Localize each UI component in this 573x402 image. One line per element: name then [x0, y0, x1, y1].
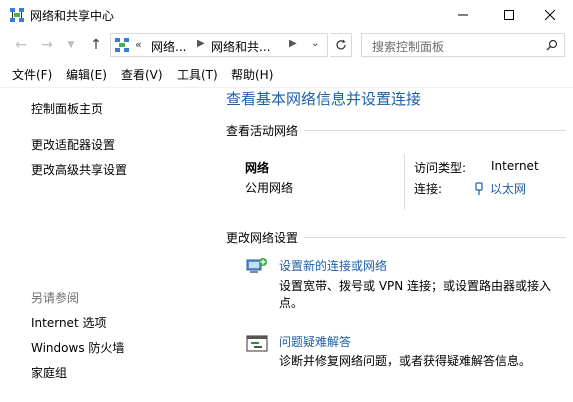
up-arrow-icon: ↑	[90, 37, 102, 53]
menu-file[interactable]: 文件(F)	[12, 66, 52, 83]
new-connection-icon	[246, 258, 267, 273]
see-also-homegroup[interactable]: 家庭组	[31, 364, 67, 381]
minimize-icon	[458, 14, 468, 16]
section-divider	[304, 130, 566, 131]
ethernet-connection-label[interactable]: 以太网	[490, 180, 526, 197]
breadcrumb-sharing-center[interactable]: 网络和共...	[211, 38, 270, 55]
troubleshoot-description: 诊断并修复网络问题，或者获得疑难解答信息。	[279, 354, 532, 368]
setup-description-line: 设置宽带、拨号或 VPN 连接；或设置路由器或接入	[279, 279, 552, 293]
change-settings-heading: 更改网络设置	[226, 231, 299, 245]
ethernet-connection-link[interactable]: 以太网	[474, 180, 526, 197]
page-title: 查看基本网络信息并设置连接	[226, 90, 422, 108]
maximize-button[interactable]	[486, 0, 532, 30]
address-dropdown-icon[interactable]: ⌄	[311, 38, 319, 49]
forward-button[interactable]: →	[36, 34, 58, 56]
menu-tools[interactable]: 工具(T)	[177, 66, 218, 83]
troubleshoot-link[interactable]: 问题疑难解答	[279, 333, 351, 350]
troubleshoot-icon	[246, 335, 268, 352]
network-center-icon	[10, 8, 24, 22]
search-box[interactable]: 搜索控制面板	[361, 33, 565, 57]
ethernet-plug-icon	[475, 181, 483, 195]
setup-new-connection-description: 设置宽带、拨号或 VPN 连接；或设置路由器或接入 点。	[279, 278, 559, 312]
access-type-value: Internet	[491, 159, 539, 173]
back-arrow-icon: ←	[15, 37, 27, 53]
window-title: 网络和共享中心	[30, 9, 115, 23]
menu-view[interactable]: 查看(V)	[121, 66, 163, 83]
section-divider	[304, 237, 566, 238]
menu-bar: 文件(F) 编辑(E) 查看(V) 工具(T) 帮助(H)	[0, 63, 573, 85]
setup-description-line: 点。	[279, 296, 304, 310]
setup-new-connection-link[interactable]: 设置新的连接或网络	[279, 257, 387, 274]
access-type-label: 访问类型:	[414, 161, 467, 175]
sidebar-change-advanced-sharing[interactable]: 更改高级共享设置	[31, 161, 127, 178]
menu-edit[interactable]: 编辑(E)	[66, 66, 107, 83]
connections-label: 连接:	[414, 182, 443, 196]
navigation-bar: ← → ▼ ↑ « 网络... ▶ 网络和共... ▶ ⌄ 搜索控制面板	[0, 30, 573, 60]
see-also-windows-firewall[interactable]: Windows 防火墙	[31, 339, 124, 356]
breadcrumb-separator-icon[interactable]: ▶	[197, 38, 205, 49]
breadcrumb-overflow[interactable]: «	[135, 38, 142, 51]
refresh-icon	[335, 39, 346, 50]
menu-help[interactable]: 帮助(H)	[231, 66, 273, 83]
sidebar-control-panel-home[interactable]: 控制面板主页	[31, 100, 103, 117]
refresh-button[interactable]	[330, 33, 352, 57]
chevron-down-icon: ▼	[67, 40, 75, 50]
back-button[interactable]: ←	[10, 34, 32, 56]
see-also-heading: 另请参阅	[31, 291, 80, 305]
search-icon[interactable]	[546, 39, 558, 51]
network-center-icon	[115, 38, 129, 52]
close-button[interactable]	[527, 0, 573, 30]
close-icon	[545, 10, 555, 20]
up-button[interactable]: ↑	[85, 34, 107, 56]
search-placeholder: 搜索控制面板	[372, 40, 445, 54]
network-name: 网络	[245, 161, 270, 175]
active-networks-heading: 查看活动网络	[226, 124, 299, 138]
forward-arrow-icon: →	[41, 37, 53, 53]
address-field[interactable]: « 网络... ▶ 网络和共... ▶ ⌄	[110, 33, 328, 57]
see-also-internet-options[interactable]: Internet 选项	[31, 314, 106, 331]
breadcrumb-network[interactable]: 网络...	[151, 38, 186, 55]
sidebar-change-adapter-settings[interactable]: 更改适配器设置	[31, 136, 115, 153]
maximize-icon	[504, 10, 514, 20]
title-bar: 网络和共享中心	[0, 0, 573, 30]
minimize-button[interactable]	[440, 0, 486, 30]
network-category: 公用网络	[245, 181, 294, 195]
recent-locations-button[interactable]: ▼	[60, 34, 82, 56]
network-info-divider	[404, 154, 405, 210]
breadcrumb-separator-icon[interactable]: ▶	[289, 38, 297, 49]
